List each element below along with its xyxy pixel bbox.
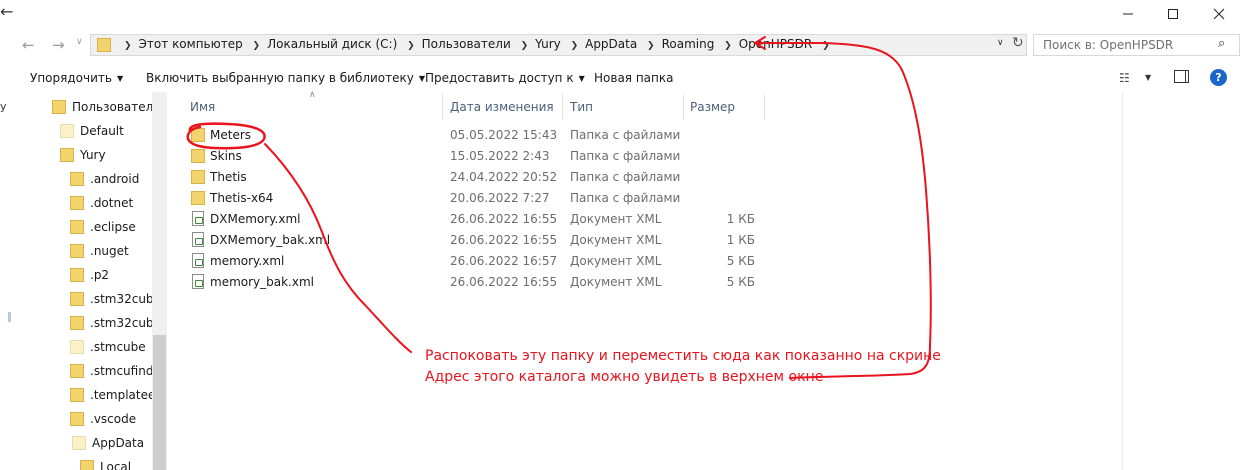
arrow-line-to-address xyxy=(755,42,932,379)
annotation-marks xyxy=(186,36,932,379)
circle-mark xyxy=(186,122,266,150)
annotation-text-line1: Распоковать эту папку и переместить сюда… xyxy=(425,348,941,364)
arrow-line-to-folder xyxy=(264,143,412,353)
annotation-text-line2: Адрес этого каталога можно увидеть в вер… xyxy=(425,369,824,385)
